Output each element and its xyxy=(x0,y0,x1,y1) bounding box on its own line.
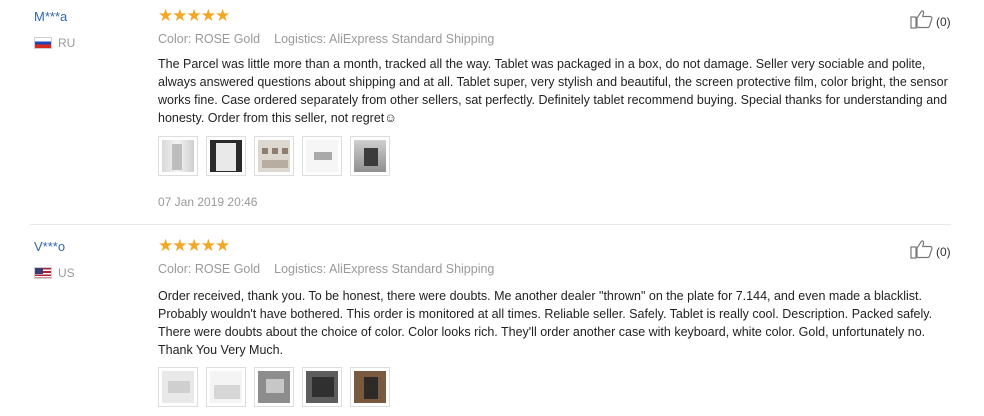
review-text: The Parcel was little more than a month,… xyxy=(158,57,948,125)
logistics-label: Logistics: AliExpress Standard Shipping xyxy=(274,32,495,46)
reviewer-country: US xyxy=(34,266,75,280)
review-meta: Color: ROSE Gold Logistics: AliExpress St… xyxy=(158,262,494,276)
review-photo-thumbnail[interactable] xyxy=(158,136,198,176)
review-item: M***a RU ★★★★★ Color: ROSE Gold Logistics… xyxy=(0,0,984,224)
color-label: Color: ROSE Gold xyxy=(158,32,261,46)
review-date: 07 Jan 2019 20:46 xyxy=(158,195,258,209)
helpful-count: (0) xyxy=(936,244,951,259)
helpful-count: (0) xyxy=(936,14,951,29)
review-photo-thumbnail[interactable] xyxy=(206,367,246,407)
review-photo-thumbnail[interactable] xyxy=(206,136,246,176)
review-photo-thumbnail[interactable] xyxy=(302,367,342,407)
review-item: V***o US ★★★★★ Color: ROSE Gold Logistics… xyxy=(0,230,984,416)
star-rating: ★★★★★ xyxy=(158,236,230,255)
usa-flag-icon xyxy=(34,267,52,279)
review-photo-thumbnail[interactable] xyxy=(254,136,294,176)
review-photo-thumbnail[interactable] xyxy=(254,367,294,407)
thumbs-up-icon xyxy=(910,9,934,34)
logistics-label: Logistics: AliExpress Standard Shipping xyxy=(274,262,495,276)
review-divider xyxy=(30,224,951,225)
russia-flag-icon xyxy=(34,37,52,49)
helpful-button[interactable]: (0) xyxy=(910,239,951,264)
review-photo-thumbnail[interactable] xyxy=(158,367,198,407)
review-photo-thumbnail[interactable] xyxy=(350,367,390,407)
star-rating: ★★★★★ xyxy=(158,6,230,25)
country-code: RU xyxy=(58,36,76,50)
thumbs-up-icon xyxy=(910,239,934,264)
reviewer-country: RU xyxy=(34,36,75,50)
review-meta: Color: ROSE Gold Logistics: AliExpress St… xyxy=(158,32,494,46)
review-photo-thumbnail[interactable] xyxy=(350,136,390,176)
reviewer-name: V***o xyxy=(34,239,66,254)
reviewer-name: M***a xyxy=(34,9,68,24)
country-code: US xyxy=(58,266,75,280)
color-label: Color: ROSE Gold xyxy=(158,262,261,276)
review-photo-thumbnail[interactable] xyxy=(302,136,342,176)
review-text: Order received, thank you. To be honest,… xyxy=(158,289,933,357)
review-photos xyxy=(158,136,390,176)
helpful-button[interactable]: (0) xyxy=(910,9,951,34)
review-photos xyxy=(158,367,390,407)
